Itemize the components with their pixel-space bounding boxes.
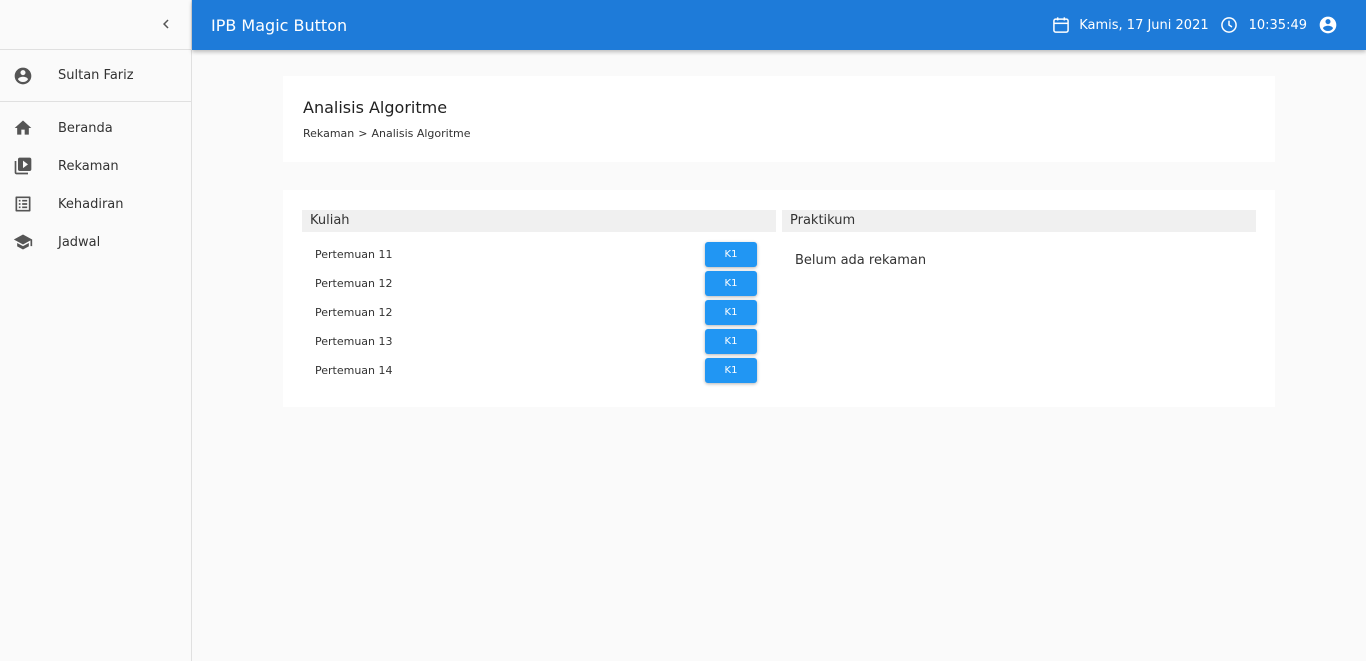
k1-button[interactable]: K1 (705, 300, 757, 325)
meeting-label: Pertemuan 11 (315, 248, 393, 261)
breadcrumb-separator: > (358, 127, 368, 140)
praktikum-heading: Praktikum (782, 210, 1256, 232)
sidebar-collapse-area (0, 0, 191, 50)
sidebar-item-jadwal[interactable]: Jadwal (0, 223, 191, 261)
app-title: IPB Magic Button (211, 15, 348, 35)
sidebar-user-name: Sultan Fariz (58, 68, 134, 83)
sidebar: Sultan Fariz Beranda Rekaman Kehadiran J… (0, 0, 192, 661)
sidebar-item-beranda[interactable]: Beranda (0, 109, 191, 147)
calendar-icon (1051, 15, 1071, 35)
breadcrumb-current: Analisis Algoritme (371, 127, 471, 140)
k1-button[interactable]: K1 (705, 358, 757, 383)
app-bar-status: Kamis, 17 Juni 2021 10:35:49 (1051, 15, 1338, 35)
sidebar-item-label: Rekaman (58, 158, 119, 174)
list-item: Pertemuan 14 K1 (302, 356, 776, 385)
video-library-icon (13, 156, 33, 176)
page-title: Analisis Algoritme (303, 98, 448, 117)
app-bar: IPB Magic Button Kamis, 17 Juni 2021 10:… (192, 0, 1366, 50)
list-icon (13, 194, 33, 214)
sidebar-user[interactable]: Sultan Fariz (0, 50, 191, 102)
sidebar-item-label: Kehadiran (58, 196, 124, 212)
list-item: Pertemuan 11 K1 (302, 240, 776, 269)
kuliah-heading: Kuliah (302, 210, 776, 232)
list-item: Pertemuan 13 K1 (302, 327, 776, 356)
k1-button[interactable]: K1 (705, 329, 757, 354)
sidebar-item-kehadiran[interactable]: Kehadiran (0, 185, 191, 223)
clock-icon (1219, 15, 1239, 35)
k1-button[interactable]: K1 (705, 242, 757, 267)
account-circle-icon (13, 66, 33, 86)
sidebar-item-label: Beranda (58, 120, 113, 136)
list-item: Pertemuan 12 K1 (302, 269, 776, 298)
current-time: 10:35:49 (1248, 17, 1307, 33)
praktikum-empty-message: Belum ada rekaman (795, 253, 927, 268)
meeting-label: Pertemuan 12 (315, 306, 393, 319)
breadcrumb-parent-link[interactable]: Rekaman (303, 127, 354, 140)
sidebar-item-label: Jadwal (58, 234, 101, 250)
school-icon (13, 232, 33, 252)
breadcrumb: Rekaman > Analisis Algoritme (303, 127, 471, 140)
k1-button[interactable]: K1 (705, 271, 757, 296)
list-item: Pertemuan 12 K1 (302, 298, 776, 327)
home-icon (13, 118, 33, 138)
sidebar-item-rekaman[interactable]: Rekaman (0, 147, 191, 185)
recordings-card: Kuliah Praktikum Pertemuan 11 K1 Pertemu… (283, 190, 1275, 407)
current-date: Kamis, 17 Juni 2021 (1079, 17, 1209, 33)
meeting-label: Pertemuan 14 (315, 364, 393, 377)
account-circle-icon[interactable] (1318, 15, 1338, 35)
kuliah-meeting-list: Pertemuan 11 K1 Pertemuan 12 K1 Pertemua… (302, 240, 776, 385)
meeting-label: Pertemuan 13 (315, 335, 393, 348)
sidebar-nav: Beranda Rekaman Kehadiran Jadwal (0, 102, 191, 261)
chevron-left-icon[interactable] (157, 15, 175, 33)
page-header-card: Analisis Algoritme Rekaman > Analisis Al… (283, 76, 1275, 162)
meeting-label: Pertemuan 12 (315, 277, 393, 290)
